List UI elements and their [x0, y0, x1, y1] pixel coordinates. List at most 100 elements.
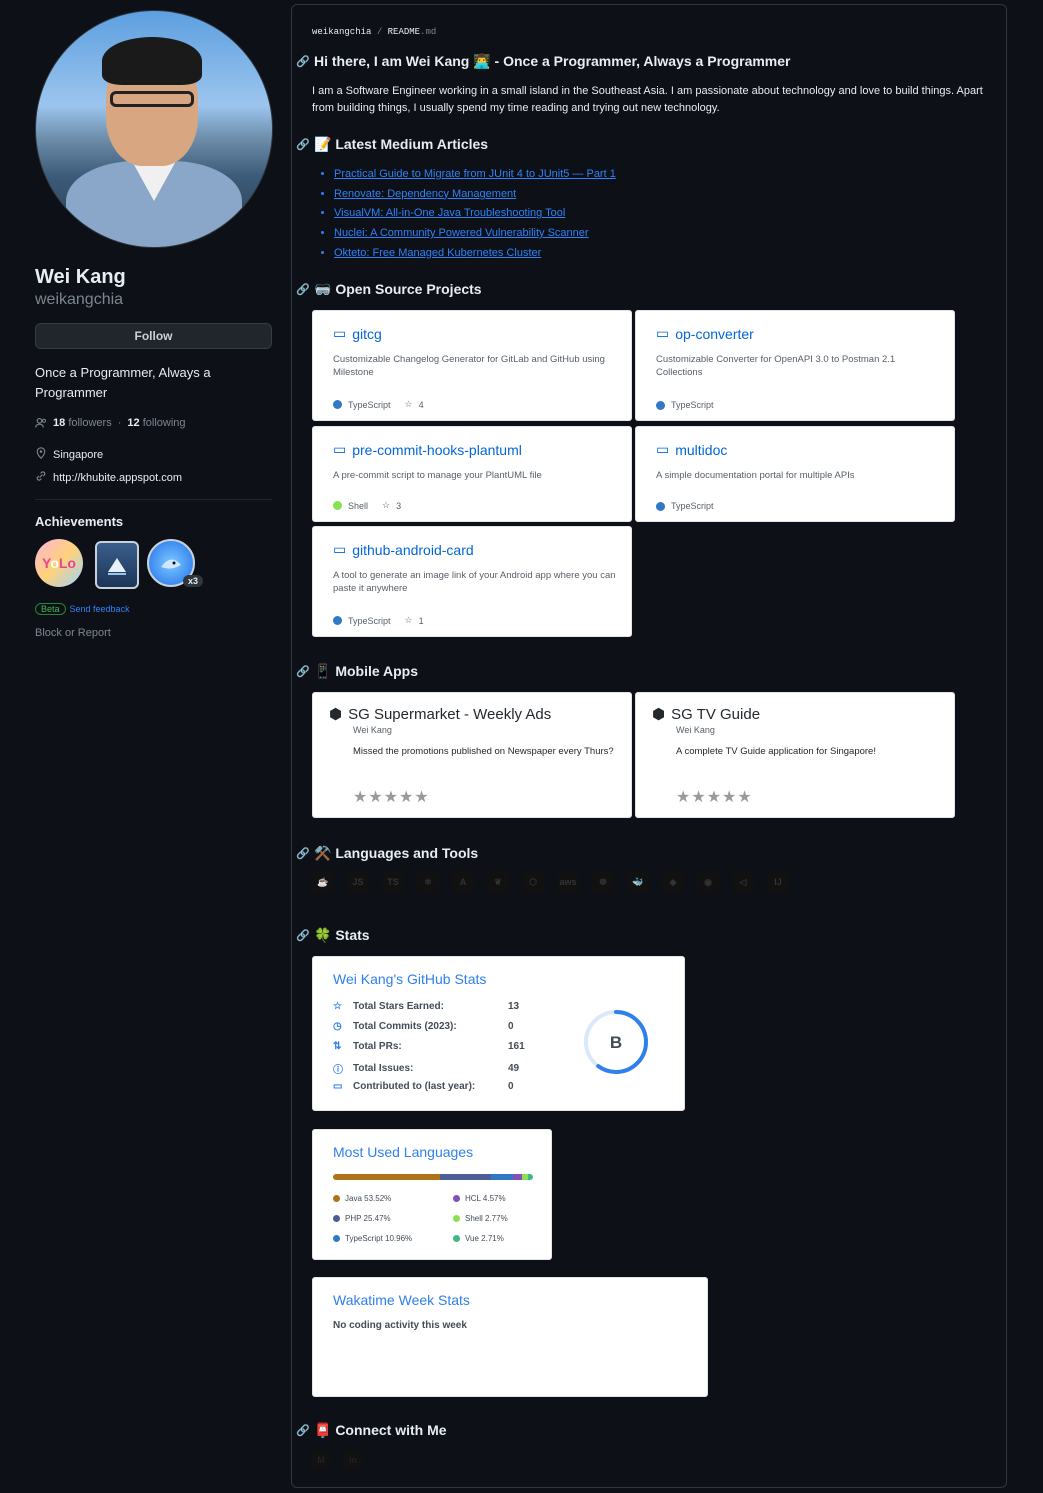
stat-row: ◷ Total Commits (2023): 0 — [333, 1021, 514, 1032]
issue-icon: ⓘ — [333, 1065, 343, 1076]
list-item: Nuclei: A Community Powered Vulnerabilit… — [334, 224, 616, 244]
linkedin-icon[interactable]: in — [344, 1451, 362, 1469]
tools-icons: ☕ JS TS ⚛ A ❦ ⬡ aws ☸ 🐳 ◆ ◉ ◁ IJ — [312, 871, 789, 893]
repo-card-github-android-card[interactable]: ▭ github-android-card A tool to generate … — [312, 526, 632, 637]
wakatime-message: No coding activity this week — [333, 1320, 467, 1331]
sonar-icon[interactable]: ◉ — [697, 871, 719, 893]
java-icon[interactable]: ☕ — [312, 871, 334, 893]
stat-row: ☆ Total Stars Earned: 13 — [333, 1001, 520, 1012]
repo-card-pre-commit-hooks-plantuml[interactable]: ▭ pre-commit-hooks-plantuml A pre-commit … — [312, 426, 632, 522]
anchor-link-icon[interactable]: 🔗 — [296, 55, 310, 68]
article-link[interactable]: Practical Guide to Migrate from JUnit 4 … — [334, 168, 616, 180]
breadcrumb-file: README — [387, 27, 421, 37]
website-link[interactable]: http://khubite.appspot.com — [35, 470, 272, 485]
link-icon — [35, 470, 47, 485]
rating-stars: ★★★★★ — [353, 789, 430, 806]
arctic-vault-badge-icon[interactable] — [95, 541, 139, 589]
vscode-icon[interactable]: ◁ — [732, 871, 754, 893]
stat-row: ▭ Contributed to (last year): 0 — [333, 1081, 514, 1092]
app-card-sg-supermarket[interactable]: ⬢ SG Supermarket - Weekly Ads Wei Kang Mi… — [312, 692, 632, 818]
repo-name[interactable]: github-android-card — [352, 542, 473, 558]
beta-feedback: Beta Send feedback — [35, 603, 272, 615]
docker-icon[interactable]: 🐳 — [627, 871, 649, 893]
anchor-link-icon[interactable]: 🔗 — [296, 929, 310, 942]
language-item: Vue 2.71% — [453, 1234, 504, 1243]
repo-name[interactable]: op-converter — [675, 326, 754, 342]
articles-list: Practical Guide to Migrate from JUnit 4 … — [312, 165, 616, 264]
profile-bio: Once a Programmer, Always a Programmer — [35, 365, 211, 400]
repo-card-gitcg[interactable]: ▭ gitcg Customizable Changelog Generator … — [312, 310, 632, 421]
followers-link[interactable]: 18 followers — [53, 417, 112, 429]
article-link[interactable]: Nuclei: A Community Powered Vulnerabilit… — [334, 227, 589, 239]
typescript-icon[interactable]: TS — [382, 871, 404, 893]
article-link[interactable]: Renovate: Dependency Management — [334, 188, 516, 200]
projects-heading: 🔗 🥽 Open Source Projects — [296, 281, 482, 297]
repo-description: A pre-commit script to manage your Plant… — [333, 470, 542, 481]
app-name[interactable]: SG TV Guide — [671, 706, 760, 723]
yolo-badge-icon[interactable]: YoLo — [35, 539, 83, 587]
follow-button[interactable]: Follow — [35, 323, 272, 349]
repo-name[interactable]: multidoc — [675, 442, 727, 458]
list-item: VisualVM: All-in-One Java Troubleshootin… — [334, 204, 616, 224]
breadcrumb: weikangchia / README.md — [312, 27, 437, 37]
repo-meta: TypeScript — [656, 400, 714, 410]
repo-card-multidoc[interactable]: ▭ multidoc A simple documentation portal … — [635, 426, 955, 522]
article-link[interactable]: VisualVM: All-in-One Java Troubleshootin… — [334, 207, 565, 219]
connect-heading: 🔗 📮 Connect with Me — [296, 1422, 447, 1438]
repo-card-op-converter[interactable]: ▭ op-converter Customizable Converter for… — [635, 310, 955, 421]
app-name[interactable]: SG Supermarket - Weekly Ads — [348, 706, 551, 723]
language-item: TypeScript 10.96% — [333, 1234, 412, 1243]
history-icon: ◷ — [333, 1021, 342, 1032]
send-feedback-link[interactable]: Send feedback — [70, 604, 130, 614]
app-card-sg-tv-guide[interactable]: ⬢ SG TV Guide Wei Kang A complete TV Guid… — [635, 692, 955, 818]
language-bar-segment — [333, 1174, 441, 1180]
language-item: HCL 4.57% — [453, 1194, 506, 1203]
language-bar-segment — [490, 1174, 513, 1180]
location-icon — [35, 447, 47, 462]
language-color-dot — [333, 501, 342, 510]
pull-shark-badge-icon[interactable]: x3 — [147, 539, 203, 587]
anchor-link-icon[interactable]: 🔗 — [296, 283, 310, 296]
intellij-icon[interactable]: IJ — [767, 871, 789, 893]
aws-icon[interactable]: aws — [557, 871, 579, 893]
language-item: Java 53.52% — [333, 1194, 391, 1203]
nodejs-icon[interactable]: ⬡ — [522, 871, 544, 893]
repo-icon: ▭ — [656, 441, 670, 457]
language-item: Shell 2.77% — [453, 1214, 508, 1223]
kubernetes-icon[interactable]: ☸ — [592, 871, 614, 893]
avatar[interactable] — [35, 10, 273, 248]
achievement-badges: YoLo x3 — [35, 539, 272, 589]
language-bar-segment — [440, 1174, 491, 1180]
repo-icon: ▭ — [333, 541, 347, 557]
star-icon: ☆ — [404, 399, 413, 409]
wakatime-card: Wakatime Week Stats No coding activity t… — [312, 1277, 708, 1397]
following-link[interactable]: 12 following — [127, 417, 185, 429]
languages-title: Most Used Languages — [333, 1144, 474, 1160]
anchor-link-icon[interactable]: 🔗 — [296, 665, 310, 678]
app-description: Missed the promotions published on Newsp… — [353, 746, 614, 757]
app-developer: Wei Kang — [353, 725, 392, 735]
language-color-dot — [656, 400, 665, 410]
profile-name: Wei Kang — [35, 266, 126, 288]
repo-icon: ▭ — [333, 325, 347, 341]
javascript-icon[interactable]: JS — [347, 871, 369, 893]
android-icon: ⬢ — [329, 706, 343, 723]
medium-icon[interactable]: M — [312, 1451, 330, 1469]
location: Singapore — [35, 447, 272, 462]
git-icon[interactable]: ◆ — [662, 871, 684, 893]
angular-icon[interactable]: A — [452, 871, 474, 893]
repo-name[interactable]: gitcg — [352, 326, 382, 342]
app-description: A complete TV Guide application for Sing… — [676, 746, 876, 757]
breadcrumb-user[interactable]: weikangchia — [312, 27, 371, 37]
anchor-link-icon[interactable]: 🔗 — [296, 1424, 310, 1437]
react-icon[interactable]: ⚛ — [417, 871, 439, 893]
block-report-link[interactable]: Block or Report — [35, 627, 272, 639]
anchor-link-icon[interactable]: 🔗 — [296, 847, 310, 860]
repo-icon: ▭ — [333, 441, 347, 457]
spring-icon[interactable]: ❦ — [487, 871, 509, 893]
wakatime-title: Wakatime Week Stats — [333, 1292, 470, 1308]
anchor-link-icon[interactable]: 🔗 — [296, 138, 310, 151]
repo-name[interactable]: pre-commit-hooks-plantuml — [352, 442, 522, 458]
language-color-dot — [333, 616, 342, 625]
article-link[interactable]: Okteto: Free Managed Kubernetes Cluster — [334, 247, 541, 259]
